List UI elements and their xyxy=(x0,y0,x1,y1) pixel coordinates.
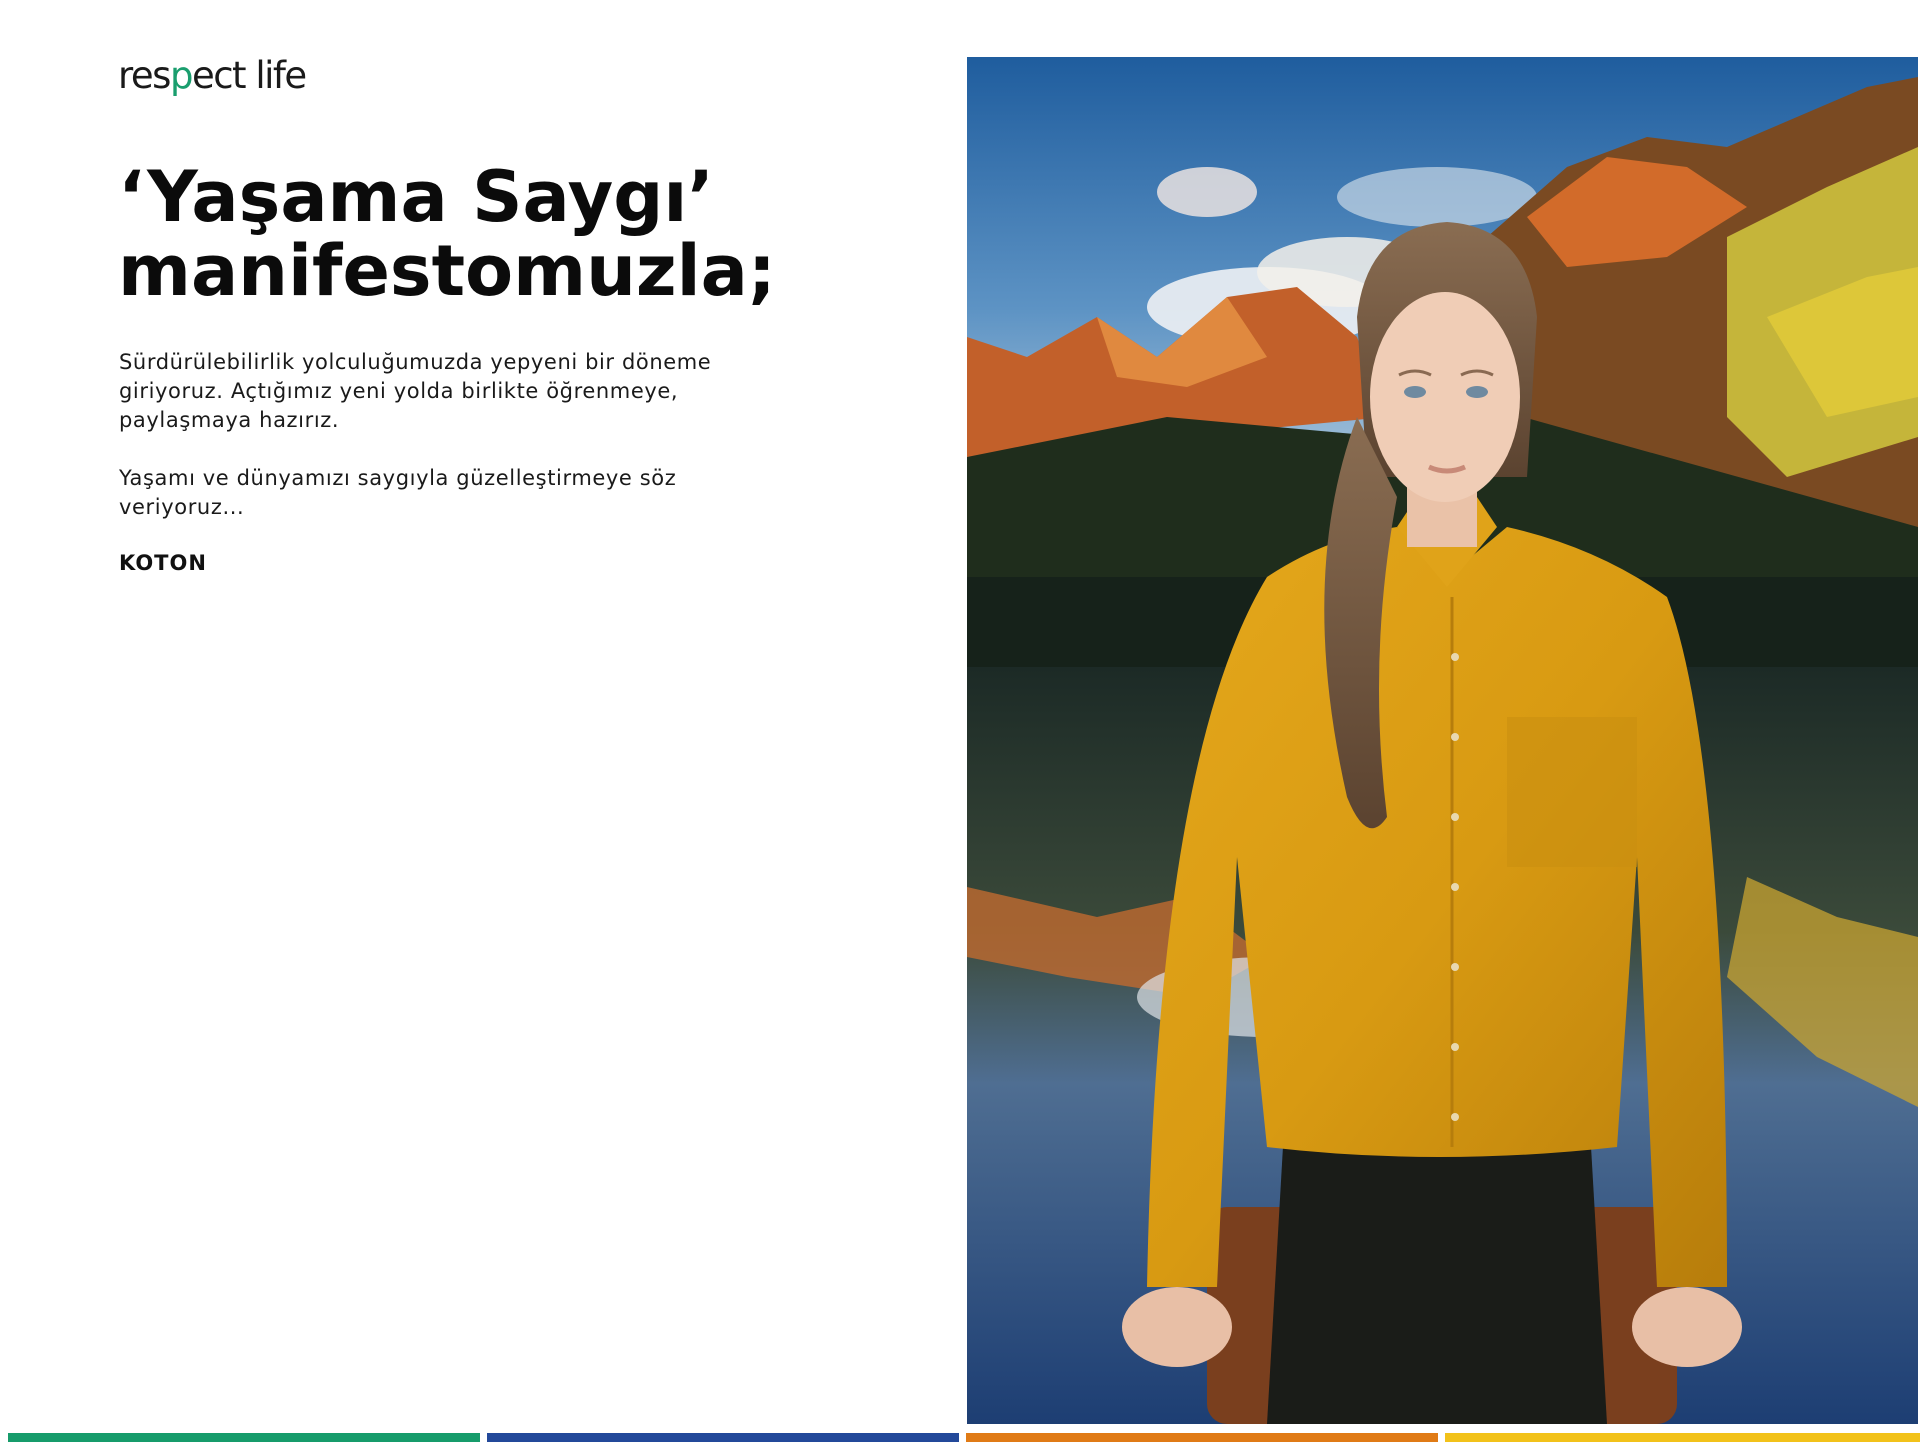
intro-line-1: Sürdürülebilirlik yolculuğumuzda yepyeni… xyxy=(119,350,712,374)
promise-line-1: Yaşamı ve dünyamızı saygıyla güzelleştir… xyxy=(119,466,677,490)
promise-line-2: veriyoruz... xyxy=(119,495,245,519)
brand-signature: KOTON xyxy=(119,551,207,575)
logo-text-start: res xyxy=(118,54,171,97)
intro-line-2: giriyoruz. Açtığımız yeni yolda birlikte… xyxy=(119,379,679,403)
campaign-photo xyxy=(967,57,1918,1424)
color-bar-blue xyxy=(487,1433,959,1442)
color-bar-yellow xyxy=(1445,1433,1920,1442)
headline-line-2: manifestomuzla; xyxy=(118,230,776,312)
color-bars xyxy=(8,1433,1920,1442)
page-headline: ‘Yaşama Saygı’ manifestomuzla; xyxy=(118,160,818,308)
campaign-photo-illustration xyxy=(967,57,1918,1424)
color-bar-orange xyxy=(966,1433,1438,1442)
intro-paragraph: Sürdürülebilirlik yolculuğumuzda yepyeni… xyxy=(119,348,799,435)
promise-paragraph: Yaşamı ve dünyamızı saygıyla güzelleştir… xyxy=(119,464,799,522)
intro-line-3: paylaşmaya hazırız. xyxy=(119,408,340,432)
respect-life-logo: respect life xyxy=(118,54,307,97)
logo-text-end: ect life xyxy=(191,54,307,97)
logo-accent-letter: p xyxy=(169,54,194,97)
headline-line-1: ‘Yaşama Saygı’ xyxy=(118,156,714,238)
color-bar-green xyxy=(8,1433,480,1442)
